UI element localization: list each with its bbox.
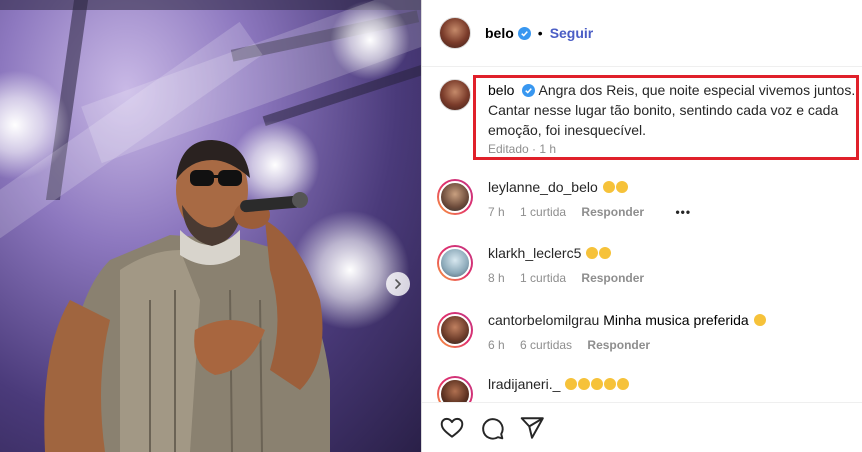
next-photo-button[interactable] [386,272,410,296]
reply-button[interactable]: Responder [587,338,650,352]
verified-icon [522,84,536,97]
singer-figure [44,140,330,452]
smiling-face-emoji [565,378,578,390]
share-icon[interactable] [519,415,545,441]
smiling-face-emoji [753,314,766,326]
smiling-face-emoji [615,181,628,193]
comment-likes[interactable]: 1 curtida [520,205,566,219]
commenter-avatar[interactable] [437,179,473,215]
more-options-icon[interactable]: ••• [675,205,691,219]
post-header: belo • Seguir [422,0,862,67]
chevron-right-icon [395,279,402,289]
comment-line: klarkh_leclerc5 [488,245,612,261]
comment-likes[interactable]: 1 curtida [520,271,566,285]
smiling-face-emoji [591,378,604,390]
reply-button[interactable]: Responder [581,205,644,219]
verified-icon [517,26,531,40]
caption-text: Angra dos Reis, que noite especial vivem… [488,82,856,138]
smiling-face-emoji [578,378,591,390]
post-actions-bar [422,402,862,452]
smiling-face-emoji [604,378,617,390]
comment-time: 7 h [488,205,505,219]
comment-icon[interactable] [479,415,505,441]
post-side-panel: belo • Seguir belo Angra dos Reis, que n… [421,0,862,452]
post-photo[interactable] [0,0,421,452]
smiling-face-emoji [586,247,599,259]
separator-dot: • [537,25,543,41]
author-avatar[interactable] [439,17,471,49]
commenter-avatar[interactable] [437,245,473,281]
caption-edited-time: Editado · 1 h [488,142,557,156]
comment-meta: 6 h 6 curtidas Responder [488,338,662,352]
post-caption: belo Angra dos Reis, que noite especial … [488,80,856,140]
instagram-post-view: belo • Seguir belo Angra dos Reis, que n… [0,0,862,452]
comment-username[interactable]: lradijaneri._ [488,376,560,392]
comment-username[interactable]: leylanne_do_belo [488,179,598,195]
caption-username[interactable]: belo [488,82,514,98]
reply-button[interactable]: Responder [581,271,644,285]
author-username[interactable]: belo [485,25,514,41]
smiling-face-emoji [617,378,630,390]
smiling-face-emoji [599,247,612,259]
commenter-avatar[interactable] [437,312,473,348]
comment-line: lradijaneri._ [488,376,630,392]
comment-likes[interactable]: 6 curtidas [520,338,572,352]
comment-text: Minha musica preferida [603,312,749,328]
comment-meta: 8 h 1 curtida Responder [488,271,656,285]
caption-avatar[interactable] [439,79,471,111]
comment-time: 8 h [488,271,505,285]
follow-button[interactable]: Seguir [550,25,594,41]
comment-username[interactable]: cantorbelomilgrau [488,312,599,328]
heart-icon[interactable] [439,415,465,441]
comment-line: leylanne_do_belo [488,179,628,195]
comment-meta: 7 h 1 curtida Responder ••• [488,205,703,219]
comment-line: cantorbelomilgrau Minha musica preferida [488,312,766,328]
smiling-face-emoji [602,181,615,193]
comment-time: 6 h [488,338,505,352]
comment-username[interactable]: klarkh_leclerc5 [488,245,581,261]
